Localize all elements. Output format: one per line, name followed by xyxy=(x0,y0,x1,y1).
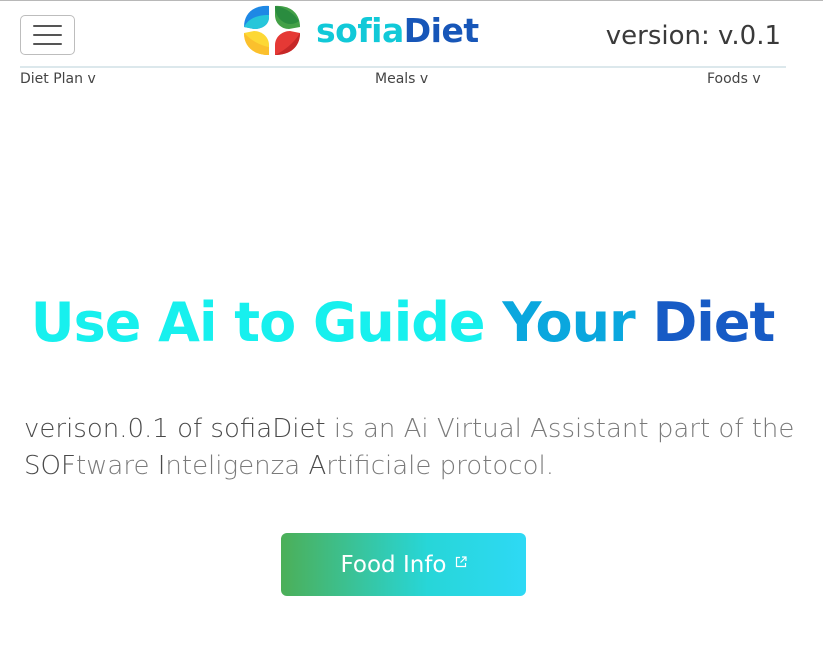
nav-dropdown-meals[interactable]: Meals v xyxy=(375,71,428,87)
desc-light-1: is an Ai Virtual Assistant part of the xyxy=(325,414,795,444)
desc-dark-4: A xyxy=(308,451,327,481)
brand-name-part1: sofia xyxy=(316,10,404,50)
brand-name: sofiaDiet xyxy=(316,14,479,47)
desc-dark-2: SOF xyxy=(24,451,76,481)
hero-title-part1: Use Ai to Guide xyxy=(30,291,486,354)
hero-title-part2: Your xyxy=(502,291,635,354)
version-label: version: v.0.1 xyxy=(605,21,781,51)
logo-icon xyxy=(244,5,300,55)
desc-light-2: tware xyxy=(75,451,158,481)
nav-dropdown-diet-plan[interactable]: Diet Plan v xyxy=(20,71,96,87)
hero-title: Use Ai to Guide Your Diet xyxy=(0,291,805,356)
hamburger-icon-bar-bottom xyxy=(33,43,62,45)
food-info-button-label: Food Info xyxy=(340,551,447,578)
external-link-icon xyxy=(455,555,467,567)
nav-dropdown-foods[interactable]: Foods v xyxy=(707,71,761,87)
hamburger-icon-bar-top xyxy=(33,25,62,27)
desc-light-3: nteligenza xyxy=(165,451,309,481)
desc-light-4: rtificiale protocol. xyxy=(326,451,554,481)
food-info-button[interactable]: Food Info xyxy=(281,533,526,596)
hamburger-icon-bar-middle xyxy=(33,34,62,36)
header-divider xyxy=(20,66,786,68)
page: sofiaDiet version: v.0.1 Diet Plan v Mea… xyxy=(0,0,823,647)
menu-toggle-button[interactable] xyxy=(20,15,75,55)
hero-description: verison.0.1 of sofiaDiet is an Ai Virtua… xyxy=(24,411,804,485)
brand-logo-link[interactable]: sofiaDiet xyxy=(242,3,479,57)
hero-title-part3: Diet xyxy=(652,291,775,354)
brand-name-part2: Diet xyxy=(403,10,479,50)
desc-dark-1: verison.0.1 of sofiaDiet xyxy=(24,414,326,444)
